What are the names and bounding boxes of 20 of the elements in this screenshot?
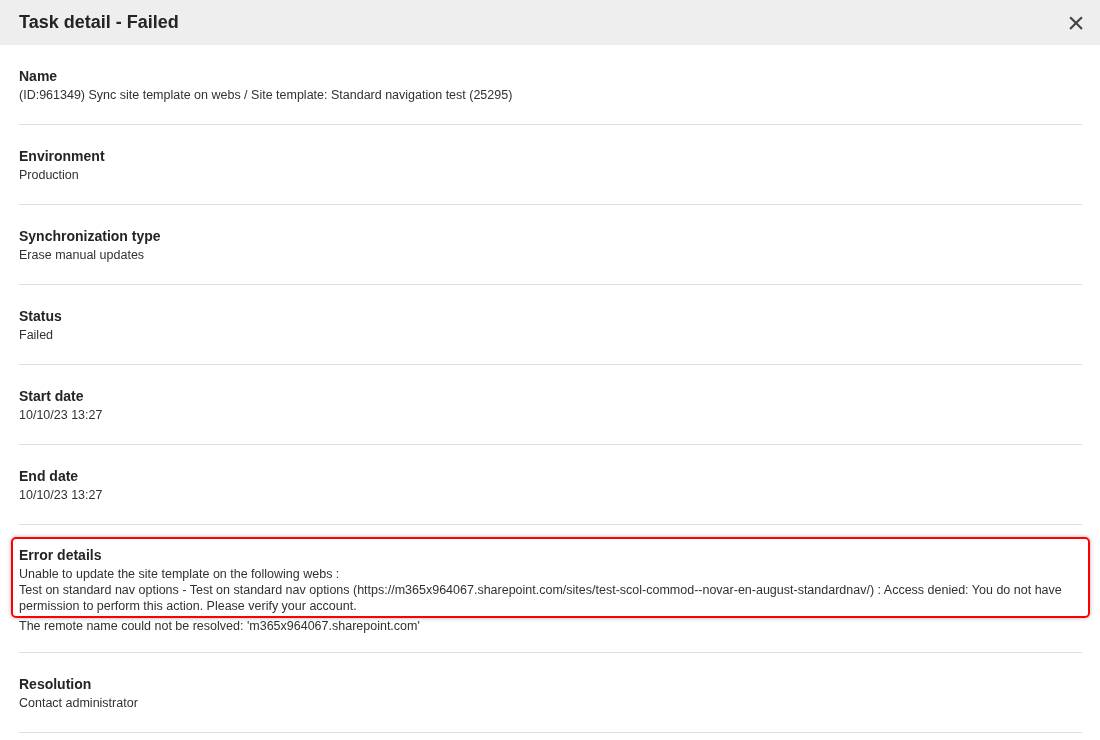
field-value: 10/10/23 13:27 (19, 487, 104, 503)
field-label: Error details (19, 546, 103, 565)
field-value: 10/10/23 13:27 (19, 407, 104, 423)
field-label: End date (19, 467, 80, 486)
field-label: Start date (19, 387, 85, 406)
field-value: Production (19, 167, 80, 183)
field-value: (ID:961349) Sync site template on webs / Site template: Standard navigation test (25295) (19, 87, 514, 103)
field-value: The remote name could not be resolved: 'm365x964067.sharepoint.com' (19, 618, 421, 634)
close-button[interactable]: × (1060, 6, 1092, 39)
field-value: Unable to update the site template on the following webs : (19, 566, 341, 582)
field-value: Erase manual updates (19, 247, 146, 263)
field-label: Environment (19, 147, 106, 166)
dialog-title: Task detail - Failed (19, 11, 179, 34)
field-label: Name (19, 67, 59, 86)
field-label: Synchronization type (19, 227, 162, 246)
field-label: Resolution (19, 675, 93, 694)
field-value: Failed (19, 327, 55, 343)
field-label: Status (19, 307, 63, 326)
field-value: Contact administrator (19, 695, 139, 711)
field-value: Test on standard nav options - Test on standard nav options (https://m365x964067.sharepoint.com/sites/test-scol-commod--novar-en-august-standardnav/) : Access denied: You do not have permission to perform this action. Please verify your account. (19, 582, 1063, 614)
